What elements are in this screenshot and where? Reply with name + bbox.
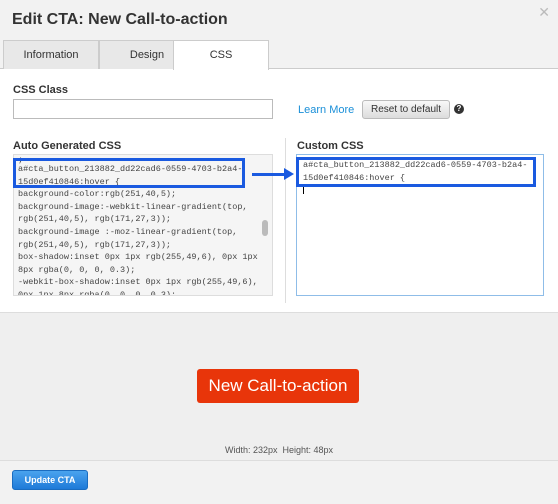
dialog-title: Edit CTA: New Call-to-action [12,11,228,28]
width-text: Width: 232px [224,445,278,455]
cta-preview-button[interactable]: New Call-to-action [197,369,359,403]
scrollbar-thumb[interactable] [262,220,268,236]
highlight-box [13,158,245,188]
highlight-box [296,157,536,187]
tab-bar: Information Design CSS [0,40,558,70]
divider [285,138,286,303]
code-line: 0px 1px 8px rgba(0, 0, 0, 0.3); [18,289,177,296]
code-line: -webkit-box-shadow:inset 0px 1px rgb(255… [18,277,258,288]
question-icon[interactable]: ? [454,104,464,114]
height-text: Height: 48px [282,445,334,455]
code-line: rgb(251,40,5), rgb(171,27,3)); [18,239,172,250]
dialog-header: Edit CTA: New Call-to-action ✕ [0,0,558,40]
auto-css-label: Auto Generated CSS [13,140,122,152]
custom-css-label: Custom CSS [297,140,364,152]
reset-to-default-button[interactable]: Reset to default [362,100,450,119]
code-line: 8px rgba(0, 0, 0, 0.3); [18,264,136,275]
code-line: background-image:-webkit-linear-gradient… [18,201,248,212]
close-icon[interactable]: ✕ [538,4,550,21]
code-line: background-image :-moz-linear-gradient(t… [18,226,238,237]
arrowhead-icon [284,168,294,180]
update-cta-button[interactable]: Update CTA [12,470,88,490]
learn-more-link[interactable]: Learn More [298,104,354,116]
tab-information[interactable]: Information [3,40,99,69]
css-class-input[interactable] [13,99,273,119]
css-class-label: CSS Class [13,84,69,96]
tab-css[interactable]: CSS [173,40,269,70]
code-line: box-shadow:inset 0px 1px rgb(255,49,6), … [18,252,258,263]
dimensions-text: Width: 232px Height: 48px [0,445,558,455]
code-line: background-color:rgb(251,40,5); [18,189,177,200]
code-line: rgb(251,40,5), rgb(171,27,3)); [18,214,172,225]
arrow-icon [252,173,288,176]
